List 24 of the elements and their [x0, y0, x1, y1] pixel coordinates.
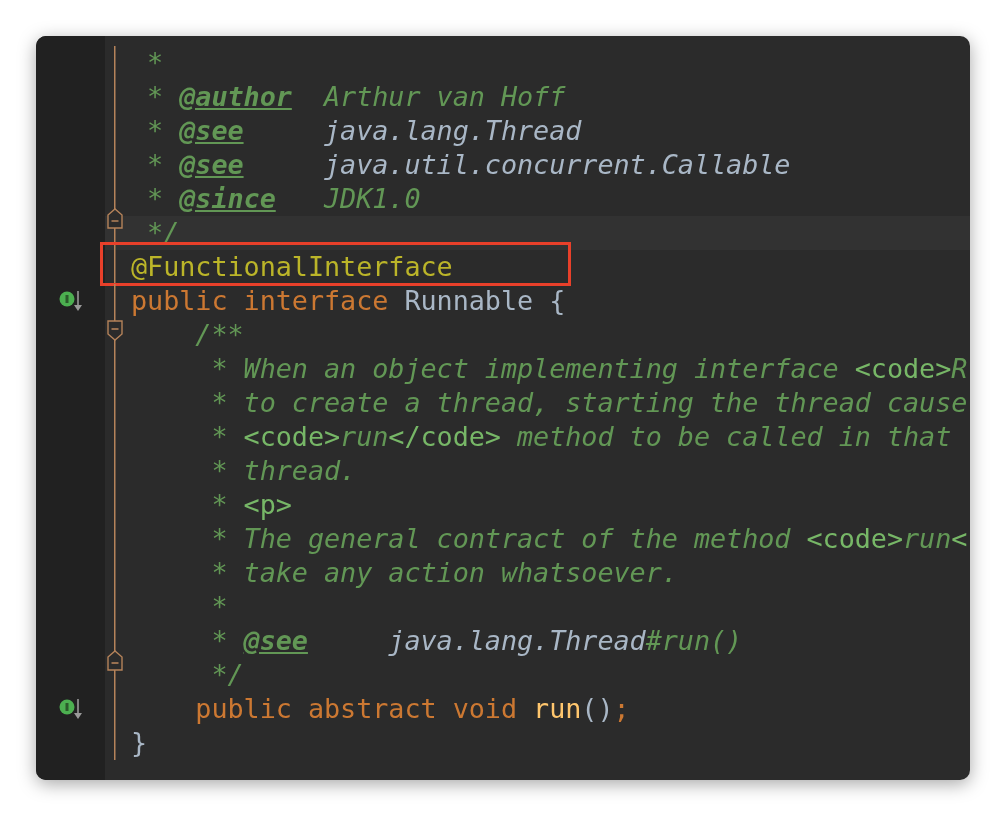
code-line: * <code>run</code> method to be called in that: [210, 420, 952, 454]
code-line: * to create a thread, starting the thread cause: [210, 386, 968, 420]
code-line: */: [210, 658, 244, 692]
code-line: *: [210, 590, 228, 624]
code-line: * @see java.util.concurrent.Callable: [146, 148, 791, 182]
code-line: * take any action whatsoever.: [210, 556, 678, 590]
code-line: */: [146, 216, 180, 250]
code-line: * @since JDK1.0: [146, 182, 421, 216]
code-line: * @author Arthur van Hoff: [146, 80, 566, 114]
code-line: *: [146, 46, 164, 80]
code-line: * <p>: [210, 488, 292, 522]
code-line: public interface Runnable {: [131, 284, 566, 318]
code-line: /**: [194, 318, 244, 352]
fold-marker-icon[interactable]: [107, 320, 123, 342]
code-line: }: [131, 726, 148, 760]
code-line: public abstract void run();: [194, 692, 630, 726]
code-line: * thread.: [210, 454, 357, 488]
code-line: * @see java.lang.Thread: [146, 114, 582, 148]
implementation-marker-icon[interactable]: [58, 290, 83, 312]
code-line: * When an object implementing interface <code>R: [210, 352, 968, 386]
code-line: * The general contract of the method <code>run<: [210, 522, 968, 556]
implementation-marker-icon[interactable]: [58, 698, 83, 720]
code-line: * @see java.lang.Thread#run(): [210, 624, 743, 658]
code-line: @FunctionalInterface: [131, 250, 453, 284]
